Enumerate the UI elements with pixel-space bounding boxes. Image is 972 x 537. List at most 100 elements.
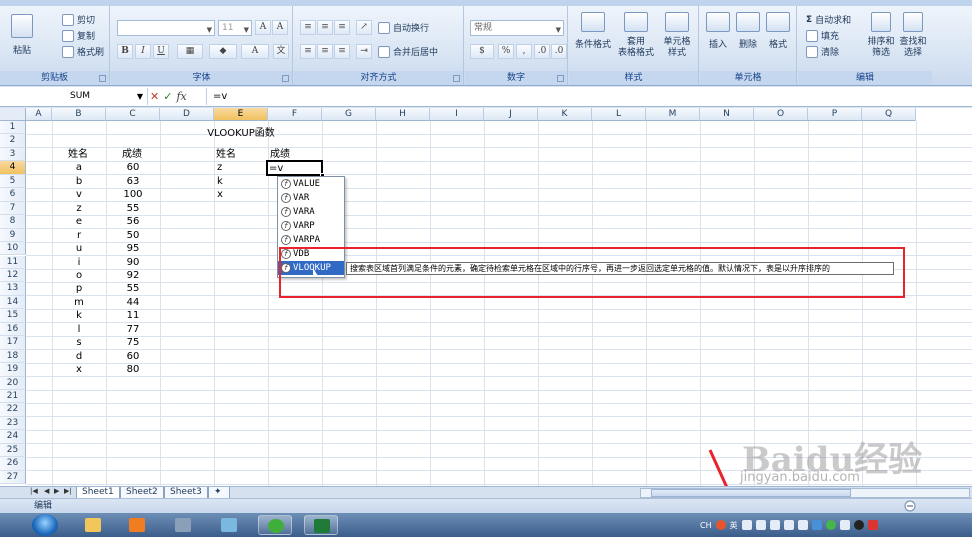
cell-score[interactable]: 77 xyxy=(106,323,160,336)
row-header-13[interactable]: 13 xyxy=(0,282,26,296)
keyboard-icon[interactable] xyxy=(755,520,766,530)
cell-name[interactable]: i xyxy=(52,256,106,269)
formula-input[interactable]: =v xyxy=(206,88,972,105)
row-header-24[interactable]: 24 xyxy=(0,430,26,444)
start-button[interactable] xyxy=(32,514,58,536)
cell-score[interactable]: 44 xyxy=(106,296,160,309)
cell-name[interactable]: d xyxy=(52,350,106,363)
row-header-18[interactable]: 18 xyxy=(0,349,26,364)
taskbar-app-3[interactable] xyxy=(166,515,200,535)
row-header-11[interactable]: 11 xyxy=(0,255,26,269)
horizontal-scroll-thumb[interactable] xyxy=(651,489,851,497)
phonetic-button[interactable]: 文 xyxy=(273,44,289,59)
cancel-icon[interactable]: ✕ xyxy=(150,90,159,103)
sort-filter-button[interactable]: 排序和 筛选 xyxy=(866,12,896,59)
cell-name[interactable]: l xyxy=(52,323,106,336)
column-header-o[interactable]: O xyxy=(754,108,808,121)
number-launcher[interactable] xyxy=(557,75,564,82)
format-painter-button[interactable]: 格式刷 xyxy=(62,45,104,58)
next-sheet-icon[interactable]: ▶ xyxy=(54,487,59,495)
column-header-b[interactable]: B xyxy=(52,108,106,121)
align-bottom-button[interactable]: ≡ xyxy=(334,20,350,35)
prev-sheet-icon[interactable]: ◀ xyxy=(44,487,49,495)
column-header-c[interactable]: C xyxy=(106,108,160,121)
row-header-27[interactable]: 27 xyxy=(0,470,26,485)
clipboard-launcher[interactable] xyxy=(99,75,106,82)
moon-icon[interactable] xyxy=(741,520,752,530)
copy-button[interactable]: 复制 xyxy=(62,29,95,42)
align-top-button[interactable]: ≡ xyxy=(300,20,316,35)
cell-score[interactable]: 95 xyxy=(106,242,160,255)
cell-name[interactable]: s xyxy=(52,336,106,349)
format-button[interactable]: 格式 xyxy=(764,12,792,50)
insert-button[interactable]: 插入 xyxy=(704,12,732,50)
cell-name[interactable]: u xyxy=(52,242,106,255)
font-size-combo[interactable]: 11 ▼ xyxy=(218,20,252,36)
format-as-table-button[interactable]: 套用 表格格式 xyxy=(615,12,657,59)
italic-button[interactable]: I xyxy=(135,44,151,59)
align-center-button[interactable]: ≡ xyxy=(317,44,333,59)
cell-score[interactable]: 55 xyxy=(106,282,160,295)
cell-score[interactable]: 63 xyxy=(106,175,160,188)
row-header-7[interactable]: 7 xyxy=(0,201,26,216)
percent-button[interactable]: % xyxy=(498,44,514,59)
row-header-16[interactable]: 16 xyxy=(0,322,26,337)
row-header-19[interactable]: 19 xyxy=(0,363,26,377)
currency-button[interactable]: $ xyxy=(470,44,494,59)
column-header-i[interactable]: I xyxy=(430,108,484,121)
cell-score[interactable]: 75 xyxy=(106,336,160,349)
increase-decimal-button[interactable]: .0 xyxy=(534,44,550,59)
taskbar-app-4[interactable] xyxy=(212,515,246,535)
cell-score[interactable]: 60 xyxy=(106,161,160,174)
shield-icon[interactable] xyxy=(811,520,822,530)
row-header-23[interactable]: 23 xyxy=(0,416,26,431)
volume-icon[interactable] xyxy=(839,520,850,530)
column-header-p[interactable]: P xyxy=(808,108,862,121)
align-right-button[interactable]: ≡ xyxy=(334,44,350,59)
row-header-6[interactable]: 6 xyxy=(0,188,26,202)
taskbar-media-player[interactable] xyxy=(120,515,154,535)
row-header-9[interactable]: 9 xyxy=(0,228,26,243)
row-header-17[interactable]: 17 xyxy=(0,336,26,350)
align-left-button[interactable]: ≡ xyxy=(300,44,316,59)
font-launcher[interactable] xyxy=(282,75,289,82)
select-all-corner[interactable] xyxy=(0,108,26,121)
cell-name[interactable]: x xyxy=(52,363,106,376)
cell-name[interactable]: v xyxy=(52,188,106,201)
border-button[interactable]: ▦ xyxy=(177,44,203,59)
autocomplete-item-varpa[interactable]: f VARPA xyxy=(278,233,344,247)
shrink-font-button[interactable]: A xyxy=(272,20,288,35)
cell-lookup-name[interactable]: x xyxy=(217,188,223,201)
autosum-button[interactable]: Σ 自动求和 xyxy=(806,13,851,27)
column-header-a[interactable]: A xyxy=(26,108,52,121)
cell-lookup-name[interactable]: z xyxy=(217,161,222,174)
indent-button[interactable]: ⇥ xyxy=(356,44,372,59)
cell-lookup-header-name[interactable]: 姓名 xyxy=(216,148,236,161)
autocomplete-item-var[interactable]: f VAR xyxy=(278,191,344,205)
column-header-h[interactable]: H xyxy=(376,108,430,121)
cell-score[interactable]: 90 xyxy=(106,256,160,269)
horizontal-scrollbar[interactable] xyxy=(640,488,970,498)
row-header-21[interactable]: 21 xyxy=(0,390,26,404)
row-header-12[interactable]: 12 xyxy=(0,268,26,283)
column-header-f[interactable]: F xyxy=(268,108,322,121)
sogou-icon[interactable] xyxy=(715,520,726,530)
row-header-22[interactable]: 22 xyxy=(0,403,26,417)
cell-name[interactable]: p xyxy=(52,282,106,295)
row-header-15[interactable]: 15 xyxy=(0,309,26,323)
qq-icon[interactable] xyxy=(853,520,864,530)
cell-name[interactable]: k xyxy=(52,309,106,322)
column-header-n[interactable]: N xyxy=(700,108,754,121)
zoom-slider[interactable] xyxy=(904,500,964,512)
cell-name[interactable]: r xyxy=(52,229,106,242)
insert-function-icon[interactable]: fx xyxy=(176,90,186,103)
column-header-j[interactable]: J xyxy=(484,108,538,121)
cut-button[interactable]: 剪切 xyxy=(62,13,95,26)
active-cell-e4[interactable]: =v xyxy=(266,160,323,176)
conditional-format-button[interactable]: 条件格式 xyxy=(573,12,613,50)
cell-header-name[interactable]: 姓名 xyxy=(68,148,88,161)
cell-name[interactable]: e xyxy=(52,215,106,228)
paste-button[interactable]: 粘贴 xyxy=(8,14,36,56)
taskbar-explorer[interactable] xyxy=(76,515,110,535)
cell-score[interactable]: 55 xyxy=(106,202,160,215)
